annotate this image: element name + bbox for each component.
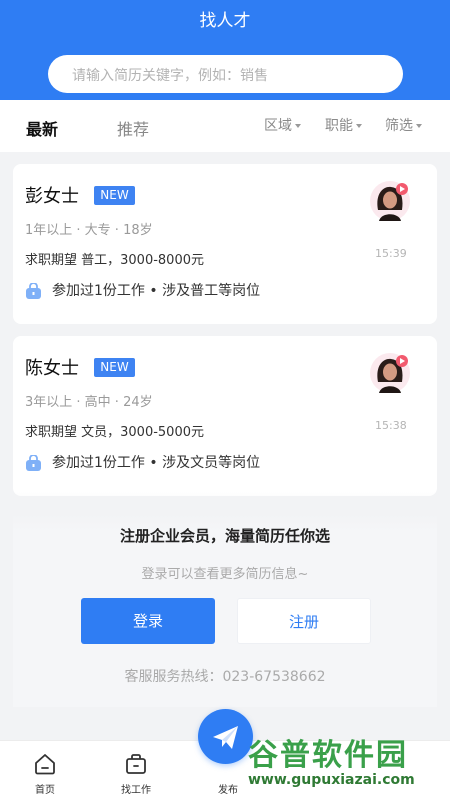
chevron-down-icon bbox=[356, 124, 362, 128]
watermark-url: www.gupuxiazai.com bbox=[248, 772, 415, 788]
watermark-logo: 谷普软件园 www.gupuxiazai.com bbox=[248, 730, 448, 798]
register-button[interactable]: 注册 bbox=[237, 598, 371, 644]
briefcase-icon bbox=[126, 754, 146, 774]
new-badge: NEW bbox=[94, 358, 135, 377]
chevron-down-icon bbox=[295, 124, 301, 128]
tab-bar: 最新 推荐 区域 职能 筛选 bbox=[0, 100, 450, 152]
candidate-time: 15:39 bbox=[375, 247, 407, 260]
filter-screen[interactable]: 筛选 bbox=[385, 115, 422, 135]
filter-screen-label: 筛选 bbox=[385, 118, 413, 134]
filter-region-label: 区域 bbox=[264, 118, 292, 134]
nav-label-home: 首页 bbox=[35, 785, 55, 796]
promo-subtitle: 登录可以查看更多简历信息~ bbox=[141, 567, 309, 582]
publish-button[interactable] bbox=[198, 709, 253, 764]
avatar bbox=[370, 353, 410, 393]
candidate-name: 彭女士 bbox=[25, 186, 79, 207]
filter-region[interactable]: 区域 bbox=[264, 115, 301, 135]
candidate-experience: 参加过1份工作 • 涉及文员等岗位 bbox=[25, 452, 260, 472]
candidate-name: 陈女士 bbox=[25, 358, 79, 379]
promo-title: 注册企业会员，海量简历任你选 bbox=[119, 527, 330, 545]
filter-function-label: 职能 bbox=[325, 118, 353, 134]
nav-item-find-job[interactable]: 找工作 bbox=[106, 741, 166, 800]
search-input[interactable]: 请输入简历关键字，例如：销售 bbox=[48, 55, 403, 93]
candidate-experience-text: 参加过1份工作 • 涉及普工等岗位 bbox=[52, 283, 261, 299]
candidate-expectation: 求职期望 普工，3000-8000元 bbox=[25, 253, 204, 268]
candidate-experience: 参加过1份工作 • 涉及普工等岗位 bbox=[25, 280, 260, 300]
page-title: 找人才 bbox=[199, 11, 251, 31]
header: 找人才 请输入简历关键字，例如：销售 bbox=[0, 0, 450, 100]
nav-label-find-job: 找工作 bbox=[121, 785, 151, 796]
chevron-down-icon bbox=[416, 124, 422, 128]
candidate-meta: 1年以上 · 大专 · 18岁 bbox=[25, 223, 153, 238]
avatar bbox=[370, 181, 410, 221]
new-badge: NEW bbox=[94, 186, 135, 205]
filter-function[interactable]: 职能 bbox=[325, 115, 362, 135]
home-icon bbox=[35, 754, 55, 775]
watermark-text: 谷普软件园 bbox=[248, 738, 408, 773]
nav-item-home[interactable]: 首页 bbox=[15, 741, 75, 800]
candidate-card[interactable]: 彭女士 NEW 1年以上 · 大专 · 18岁 求职期望 普工，3000-800… bbox=[13, 164, 437, 324]
candidate-experience-text: 参加过1份工作 • 涉及文员等岗位 bbox=[52, 455, 261, 471]
tab-latest[interactable]: 最新 bbox=[26, 116, 58, 140]
briefcase-icon bbox=[26, 282, 41, 299]
search-placeholder: 请输入简历关键字，例如：销售 bbox=[72, 68, 268, 84]
candidate-expectation: 求职期望 文员，3000-5000元 bbox=[25, 425, 204, 440]
candidate-meta: 3年以上 · 高中 · 24岁 bbox=[25, 395, 153, 410]
service-hotline: 客服服务热线：023-67538662 bbox=[124, 669, 326, 685]
tab-recommend[interactable]: 推荐 bbox=[117, 116, 149, 140]
login-button[interactable]: 登录 bbox=[81, 598, 215, 644]
candidate-time: 15:38 bbox=[375, 419, 407, 432]
paper-plane-icon bbox=[213, 726, 238, 749]
briefcase-icon bbox=[26, 454, 41, 471]
candidate-card[interactable]: 陈女士 NEW 3年以上 · 高中 · 24岁 求职期望 文员，3000-500… bbox=[13, 336, 437, 496]
